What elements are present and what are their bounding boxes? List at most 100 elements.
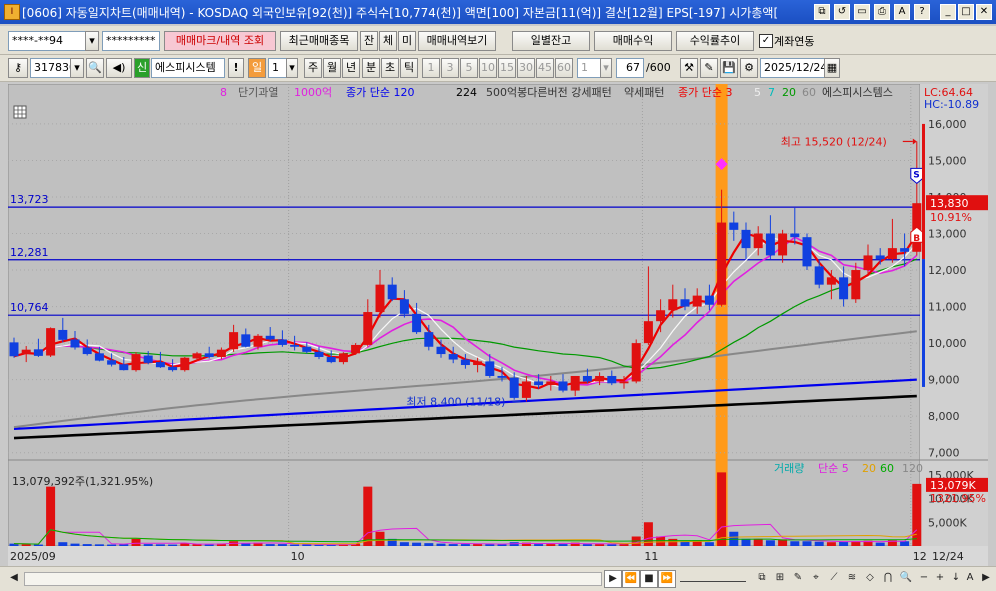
period-day-button[interactable]: 일 [248,58,266,78]
period-tick-button[interactable]: 틱 [400,58,418,78]
stock-chart-svg[interactable]: 13,723 12,281 10,764 최고 15,520 (12/24) 최저 8… [7,83,990,566]
candle-body [253,335,263,347]
close-icon[interactable]: ✕ [976,4,992,20]
fibo-icon[interactable]: ≋ [844,570,860,586]
date-input[interactable]: 2025/12/24 [760,58,826,78]
candle-body [473,361,483,366]
period-week-button[interactable]: 주 [304,58,322,78]
search-icon[interactable]: 🔍 [898,570,914,586]
volume-legend-item: 거래량 [774,462,804,475]
period-count-input[interactable]: 1 [268,58,288,78]
trade-view-button[interactable]: 매매내역보기 [418,31,496,51]
volume-bar [46,486,56,546]
data-count-input[interactable]: 67 [616,58,644,78]
search-icon[interactable]: 🔍 [86,58,104,78]
trade-profit-button[interactable]: 매매수익 [594,31,672,51]
minute-60-button[interactable]: 60 [555,58,573,78]
scroll-left-icon[interactable]: ◀ [6,570,22,586]
font-icon[interactable]: A [894,4,910,20]
key-icon[interactable]: ⚷ [8,58,28,78]
zoom-slider[interactable] [680,573,746,582]
minute-45-button[interactable]: 45 [536,58,554,78]
chevron-down-icon[interactable]: ▾ [600,58,612,78]
shape-icon[interactable]: ◇ [862,570,878,586]
fast-forward-icon[interactable]: ⏩ [658,570,676,588]
print-icon[interactable]: ⎙ [874,4,890,20]
chart-type-icon[interactable]: ⧉ [754,570,770,586]
candle-body [875,255,885,260]
minimize-icon[interactable]: _ [940,4,956,20]
refresh-icon[interactable]: ↺ [834,4,850,20]
price-tick-label: 12,000 [928,264,967,277]
legend-item: 500억봉다른버전 강세패턴 [486,86,612,99]
price-tick-label: 15,000 [928,154,967,167]
calendar-icon[interactable]: ▦ [824,58,840,78]
text-icon[interactable]: A [962,570,978,586]
profit-trend-button[interactable]: 수익률추이 [676,31,754,51]
candle-body [204,353,214,357]
minute-3-button[interactable]: 3 [441,58,459,78]
maximize-icon[interactable]: □ [958,4,974,20]
rewind-icon[interactable]: ⏪ [622,570,640,588]
draw-icon[interactable]: ✎ [790,570,806,586]
period-year-button[interactable]: 년 [342,58,360,78]
volume-tick-label: 5,000K [928,516,967,529]
chevron-down-icon[interactable]: ▾ [286,58,298,78]
trade-mark-button[interactable]: 매매마크/내역 조회 [164,31,276,51]
volume-bar [82,544,92,546]
link-icon[interactable]: ⧉ [814,4,830,20]
candle-body [363,312,373,345]
candle-body [851,270,861,300]
tool-icon[interactable]: ✎ [700,58,718,78]
magnet-icon[interactable]: ⋂ [880,570,896,586]
volume-bar [558,544,568,546]
save-icon[interactable]: 💾 [720,58,738,78]
chevron-down-icon[interactable]: ▾ [85,31,99,51]
period-minute-button[interactable]: 분 [362,58,380,78]
minute-30-button[interactable]: 30 [517,58,535,78]
current-price-label: 13,830 [930,197,969,210]
account-select[interactable]: ****-**94 [8,31,96,51]
chart-area[interactable]: 13,723 12,281 10,764 최고 15,520 (12/24) 최저 8… [7,83,990,566]
volume-bar [448,544,458,546]
period-month-button[interactable]: 월 [323,58,341,78]
crosshair-icon[interactable]: ⌖ [808,570,824,586]
horizontal-scrollbar[interactable] [24,572,602,586]
plus-icon[interactable]: + [932,570,948,586]
chevron-down-icon[interactable]: ▾ [70,58,84,78]
stop-icon[interactable]: ■ [640,570,658,588]
gear-icon[interactable]: ⚙ [740,58,758,78]
line-icon[interactable]: ⟋ [826,570,842,586]
candle-body [58,329,68,340]
daily-balance-button[interactable]: 일별잔고 [512,31,590,51]
price-tick-label: 11,000 [928,301,967,314]
account-link-checkbox[interactable]: ✓ [759,34,773,48]
zoom-out-icon[interactable]: − [916,570,932,586]
recent-trade-button[interactable]: 최근매매종목 [280,31,358,51]
minute-15-button[interactable]: 15 [498,58,516,78]
minute-value-input[interactable]: 1 [577,58,601,78]
current-change-label: 10.91% [930,211,972,224]
filled-button[interactable]: 체 [379,31,397,51]
volume-info-label: 13,079,392주(1,321.95%) [12,475,153,488]
scroll-right-icon[interactable]: ▶ [978,570,994,586]
period-second-button[interactable]: 초 [381,58,399,78]
play-icon[interactable]: ▶ [604,570,622,588]
minute-10-button[interactable]: 10 [479,58,497,78]
minute-5-button[interactable]: 5 [460,58,478,78]
unfilled-button[interactable]: 미 [398,31,416,51]
speaker-icon[interactable]: ◀) [106,58,132,78]
high-annotation: 최고 15,520 (12/24) [781,135,887,148]
password-field[interactable]: ********* [102,31,160,51]
alert-button[interactable]: ! [228,58,244,78]
price-tick-label: 7,000 [928,447,960,460]
indicator-icon[interactable]: ⚒ [680,58,698,78]
candle-body [9,342,19,357]
current-volume-pct: 1321.95% [930,492,986,505]
minute-1-button[interactable]: 1 [422,58,440,78]
balance-button[interactable]: 잔 [360,31,378,51]
layout-icon[interactable]: ⊞ [772,570,788,586]
candle-body [375,284,385,313]
help-icon[interactable]: ? [914,4,930,20]
window-icon[interactable]: ▭ [854,4,870,20]
